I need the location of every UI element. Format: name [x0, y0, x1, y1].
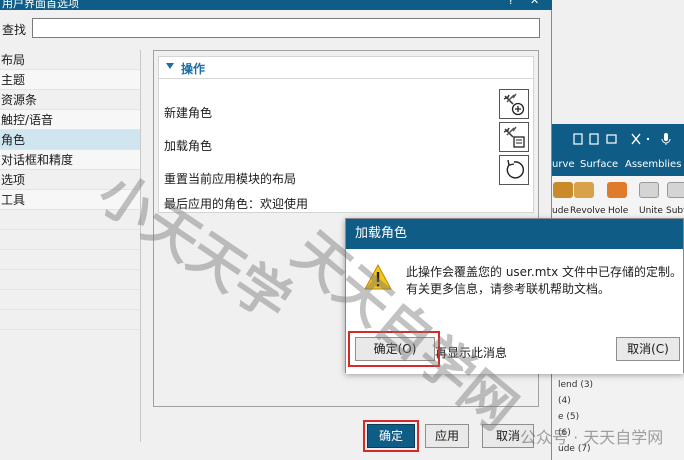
alert-title: 加载角色	[346, 219, 683, 249]
tree-item[interactable]: (4)	[558, 396, 571, 406]
section-header[interactable]: 操作	[159, 57, 533, 79]
category-item-dialog-precision[interactable]: 对话框和精度	[0, 150, 140, 170]
ribbon-tabs: urve Surface Assemblies	[552, 152, 684, 176]
category-item-layout[interactable]: 布局	[0, 50, 140, 70]
load-role-icon	[503, 126, 525, 148]
list-empty-row	[0, 290, 140, 310]
highlight-box-alert-ok	[348, 331, 440, 367]
unite-label: Unite	[639, 206, 663, 216]
tab-surface[interactable]: Surface	[580, 159, 618, 170]
list-empty-row	[0, 310, 140, 330]
category-item-options[interactable]: 选项	[0, 170, 140, 190]
apply-button[interactable]: 应用	[425, 424, 469, 448]
load-role-alert: 加载角色 此操作会覆盖您的 user.mtx 文件中已存储的定制。 有关更多信息…	[345, 218, 684, 374]
revolve-icon[interactable]	[574, 182, 594, 198]
list-empty-row	[0, 230, 140, 250]
extrude-label: ude	[552, 206, 569, 216]
tree-item[interactable]: lend (3)	[558, 380, 593, 390]
load-role-button[interactable]	[499, 122, 529, 152]
close-icon[interactable]: ✕	[530, 0, 539, 7]
quick-access-toolbar	[552, 124, 684, 152]
new-role-button[interactable]	[499, 89, 529, 119]
watermark-corner: 公众号 · 天天自学网	[520, 428, 664, 447]
collapse-arrow-icon[interactable]	[166, 63, 174, 69]
extrude-icon[interactable]	[553, 182, 573, 198]
unite-icon[interactable]	[639, 182, 659, 198]
last-role-text: 最后应用的角色：欢迎使用	[164, 197, 309, 211]
tree-item[interactable]: e (5)	[558, 412, 579, 422]
operations-section: 操作 新建角色 加载角色 重置当前应用模块的布局 最后应用的角色：欢迎使用	[158, 56, 534, 213]
category-item-theme[interactable]: 主题	[0, 70, 140, 90]
alert-message-line2: 有关更多信息，请参考联机帮助文档。	[406, 282, 611, 296]
window-title: 用户界面首选项	[2, 0, 79, 10]
load-role-label: 加载角色	[164, 139, 213, 153]
hole-label: Hole	[608, 206, 629, 216]
alert-body: 此操作会覆盖您的 user.mtx 文件中已存储的定制。 有关更多信息，请参考联…	[346, 249, 683, 374]
search-input[interactable]	[32, 18, 540, 38]
section-title: 操作	[181, 62, 206, 76]
toolbar-icons	[573, 133, 671, 145]
reset-layout-button[interactable]	[499, 155, 529, 185]
hole-icon[interactable]	[607, 182, 627, 198]
highlight-box-ok	[363, 420, 419, 452]
list-empty-row	[0, 250, 140, 270]
category-item-touch-voice[interactable]: 触控/语音	[0, 110, 140, 130]
list-empty-row	[0, 210, 140, 230]
new-role-label: 新建角色	[164, 106, 213, 120]
new-role-icon	[503, 93, 525, 116]
category-list: 布局 主题 资源条 触控/语音 角色 对话框和精度 选项 工具	[0, 50, 141, 442]
category-item-roles[interactable]: 角色	[0, 130, 140, 150]
help-icon[interactable]: ?	[508, 0, 514, 7]
tab-assemblies[interactable]: Assemblies	[625, 159, 681, 170]
list-empty-row	[0, 270, 140, 290]
warning-icon	[364, 263, 392, 290]
ribbon-commands: ude Revolve Hole Unite Subt	[552, 176, 684, 224]
alert-cancel-button[interactable]: 取消(C)	[616, 337, 680, 361]
subtract-label: Subt	[666, 206, 684, 216]
category-item-tools[interactable]: 工具	[0, 190, 140, 210]
alert-message-line1: 此操作会覆盖您的 user.mtx 文件中已存储的定制。	[406, 265, 683, 279]
reset-layout-label: 重置当前应用模块的布局	[164, 172, 297, 186]
reset-layout-icon	[506, 159, 525, 179]
category-item-resource-bar[interactable]: 资源条	[0, 90, 140, 110]
search-label: 查找	[2, 23, 27, 37]
revolve-label: Revolve	[570, 206, 606, 216]
title-bar: 用户界面首选项 ? ✕	[0, 0, 552, 10]
subtract-icon[interactable]	[667, 182, 684, 198]
tab-curve[interactable]: urve	[552, 159, 575, 170]
